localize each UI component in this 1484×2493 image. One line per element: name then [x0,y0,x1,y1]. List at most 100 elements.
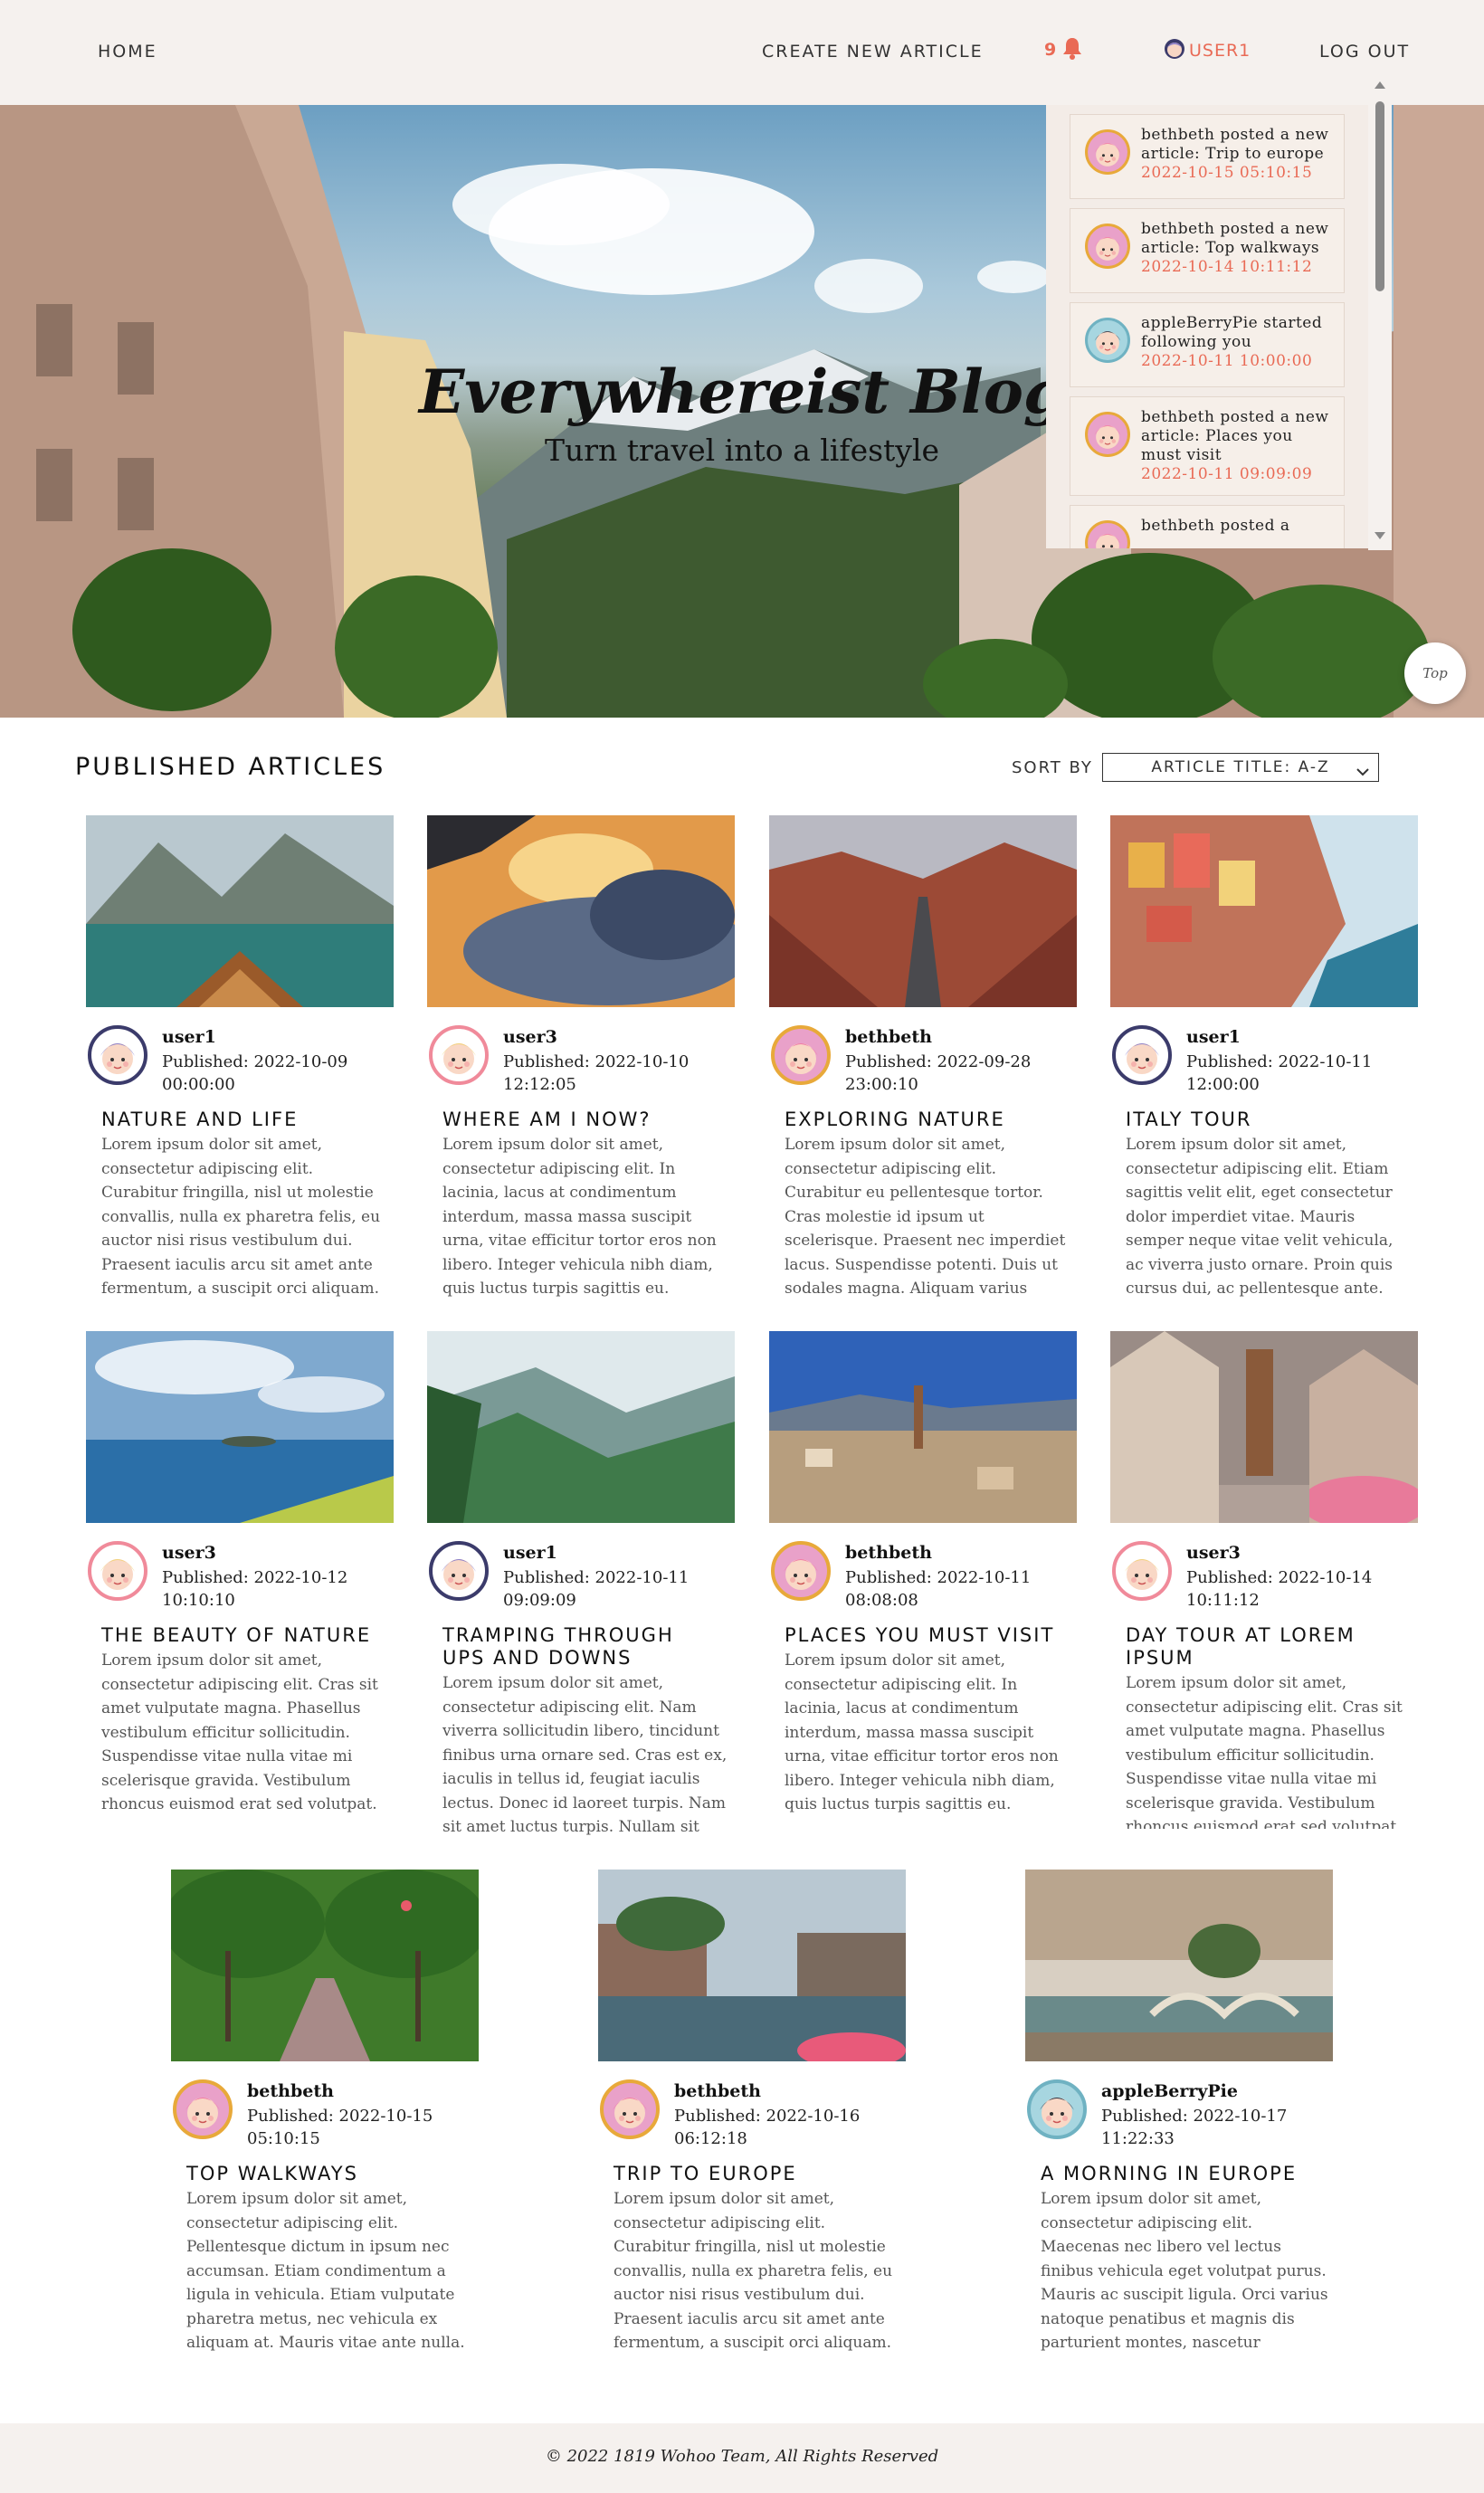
town-valley-photo[interactable] [769,1331,1077,1523]
article-title[interactable]: TOP WALKWAYS [186,2163,467,2185]
article-title[interactable]: NATURE AND LIFE [101,1109,382,1131]
pink-girl-avatar[interactable] [173,2079,233,2139]
article-author[interactable]: bethbeth [674,2081,761,2101]
copyright-text: © 2022 1819 Wohoo Team, All Rights Reser… [545,2447,939,2466]
article-author[interactable]: appleBerryPie [1101,2081,1238,2101]
article-title[interactable]: TRIP TO EUROPE [614,2163,894,2185]
article-author[interactable]: user1 [503,1543,557,1563]
article-title[interactable]: ITALY TOUR [1126,1109,1406,1131]
article-author[interactable]: bethbeth [247,2081,334,2101]
notification-text: bethbeth posted a new article: Places yo… [1141,408,1329,464]
article-meta: user3 Published: 2022-10-12 10:10:10 [86,1534,394,1617]
pink-girl-avatar [1085,520,1130,548]
article-card[interactable]: user1 Published: 2022-10-11 12:00:00 ITA… [1110,815,1418,1313]
article-author[interactable]: user3 [162,1543,216,1563]
pink-girl-avatar[interactable] [771,1541,831,1601]
notification-item[interactable]: bethbeth posted a new article: Top walkw… [1070,208,1345,293]
article-card[interactable]: user1 Published: 2022-10-09 00:00:00 NAT… [86,815,394,1313]
article-excerpt: Lorem ipsum dolor sit amet, consectetur … [442,1674,728,1836]
article-title[interactable]: EXPLORING NATURE [785,1109,1065,1131]
nav-logout-link[interactable]: LOG OUT [1319,42,1410,62]
article-card[interactable]: user3 Published: 2022-10-10 12:12:05 WHE… [427,815,735,1313]
article-title[interactable]: WHERE AM I NOW? [442,1109,723,1131]
notification-item[interactable]: bethbeth posted a [1070,505,1345,548]
article-title[interactable]: PLACES YOU MUST VISIT [785,1624,1065,1647]
article-title[interactable]: TRAMPING THROUGH UPS AND DOWNS [442,1624,723,1670]
article-excerpt: Lorem ipsum dolor sit amet, consectetur … [101,1651,378,1813]
dark-hair-boy-avatar[interactable] [1027,2079,1087,2139]
old-town-street-photo[interactable] [1110,1331,1418,1523]
purple-hair-girl-avatar[interactable] [429,1541,489,1601]
blonde-girl-avatar[interactable] [429,1025,489,1085]
desert-road-photo[interactable] [769,815,1077,1007]
article-title[interactable]: DAY TOUR AT LOREM IPSUM [1126,1624,1406,1670]
notification-text: bethbeth posted a [1141,517,1290,535]
nav-home-link[interactable]: HOME [98,42,157,62]
top-navbar: HOME CREATE NEW ARTICLE 9 USER1 LOG OUT [0,0,1484,105]
nav-create-article-link[interactable]: CREATE NEW ARTICLE [762,42,984,62]
section-title: PUBLISHED ARTICLES [75,753,386,781]
article-meta: user1 Published: 2022-10-11 09:09:09 [427,1534,735,1617]
dark-hair-boy-avatar [1085,318,1130,363]
article-card[interactable]: user3 Published: 2022-10-12 10:10:10 THE… [86,1331,394,1829]
notification-item[interactable]: bethbeth posted a new article: Trip to e… [1070,114,1345,199]
blonde-girl-avatar[interactable] [88,1541,147,1601]
pink-girl-avatar[interactable] [600,2079,660,2139]
coast-island-photo[interactable] [86,1331,394,1523]
user-avatar-icon [1164,38,1185,63]
article-excerpt: Lorem ipsum dolor sit amet, consectetur … [1126,1136,1394,1298]
article-published-date: Published: 2022-09-28 23:00:10 [845,1052,1032,1094]
article-published-date: Published: 2022-10-11 08:08:08 [845,1568,1032,1610]
back-to-top-button[interactable]: Top [1404,642,1466,704]
article-published-date: Published: 2022-10-09 00:00:00 [162,1052,348,1094]
purple-hair-girl-avatar[interactable] [1112,1025,1172,1085]
article-excerpt: Lorem ipsum dolor sit amet, consectetur … [785,1651,1059,1813]
article-title[interactable]: THE BEAUTY OF NATURE [101,1624,382,1647]
article-card[interactable]: bethbeth Published: 2022-10-16 06:12:18 … [598,1870,906,2367]
notifications-button[interactable]: 9 [1044,36,1083,63]
notifications-dropdown: bethbeth posted a new article: Trip to e… [1046,105,1390,548]
article-title[interactable]: A MORNING IN EUROPE [1041,2163,1321,2185]
scrollbar-thumb[interactable] [1375,101,1384,291]
article-excerpt: Lorem ipsum dolor sit amet, consectetur … [101,1136,381,1298]
article-meta: user1 Published: 2022-10-11 12:00:00 [1110,1018,1418,1101]
article-published-date: Published: 2022-10-14 10:11:12 [1186,1568,1373,1610]
article-excerpt: Lorem ipsum dolor sit amet, consectetur … [1041,2190,1328,2352]
article-excerpt: Lorem ipsum dolor sit amet, consectetur … [614,2190,893,2352]
scroll-up-arrow-icon[interactable] [1375,81,1385,89]
sort-select[interactable]: ARTICLE TITLE: A-Z [1102,753,1379,782]
article-card[interactable]: bethbeth Published: 2022-10-11 08:08:08 … [769,1331,1077,1829]
article-card[interactable]: appleBerryPie Published: 2022-10-17 11:2… [1025,1870,1333,2367]
clouds-sunset-photo[interactable] [427,815,735,1007]
notification-time: 2022-10-11 10:00:00 [1141,352,1313,370]
article-published-date: Published: 2022-10-16 06:12:18 [674,2107,861,2148]
boat-lake-mountains-photo[interactable] [86,815,394,1007]
article-excerpt: Lorem ipsum dolor sit amet, consectetur … [785,1136,1066,1298]
article-author[interactable]: user1 [162,1027,216,1047]
article-excerpt: Lorem ipsum dolor sit amet, consectetur … [186,2190,465,2352]
nav-user-link[interactable]: USER1 [1164,38,1251,63]
article-author[interactable]: user3 [503,1027,557,1047]
article-author[interactable]: user3 [1186,1543,1241,1563]
notifications-scrollbar[interactable] [1368,80,1392,550]
pink-girl-avatar[interactable] [771,1025,831,1085]
notification-item[interactable]: bethbeth posted a new article: Places yo… [1070,396,1345,496]
paris-bridge-photo[interactable] [1025,1870,1333,2061]
article-author[interactable]: bethbeth [845,1543,932,1563]
purple-hair-girl-avatar[interactable] [88,1025,147,1085]
article-meta: appleBerryPie Published: 2022-10-17 11:2… [1025,2072,1333,2155]
tree-walkway-photo[interactable] [171,1870,479,2061]
cinque-terre-photo[interactable] [1110,815,1418,1007]
notification-item[interactable]: appleBerryPie started following you 2022… [1070,302,1345,387]
canal-city-photo[interactable] [598,1870,906,2061]
article-card[interactable]: user1 Published: 2022-10-11 09:09:09 TRA… [427,1331,735,1847]
article-card[interactable]: bethbeth Published: 2022-10-15 05:10:15 … [171,1870,479,2367]
green-valley-photo[interactable] [427,1331,735,1523]
scroll-down-arrow-icon[interactable] [1375,532,1385,539]
article-card[interactable]: bethbeth Published: 2022-09-28 23:00:10 … [769,815,1077,1313]
blonde-girl-avatar[interactable] [1112,1541,1172,1601]
article-card[interactable]: user3 Published: 2022-10-14 10:11:12 DAY… [1110,1331,1418,1829]
article-author[interactable]: user1 [1186,1027,1241,1047]
article-author[interactable]: bethbeth [845,1027,932,1047]
article-excerpt: Lorem ipsum dolor sit amet, consectetur … [442,1136,717,1298]
